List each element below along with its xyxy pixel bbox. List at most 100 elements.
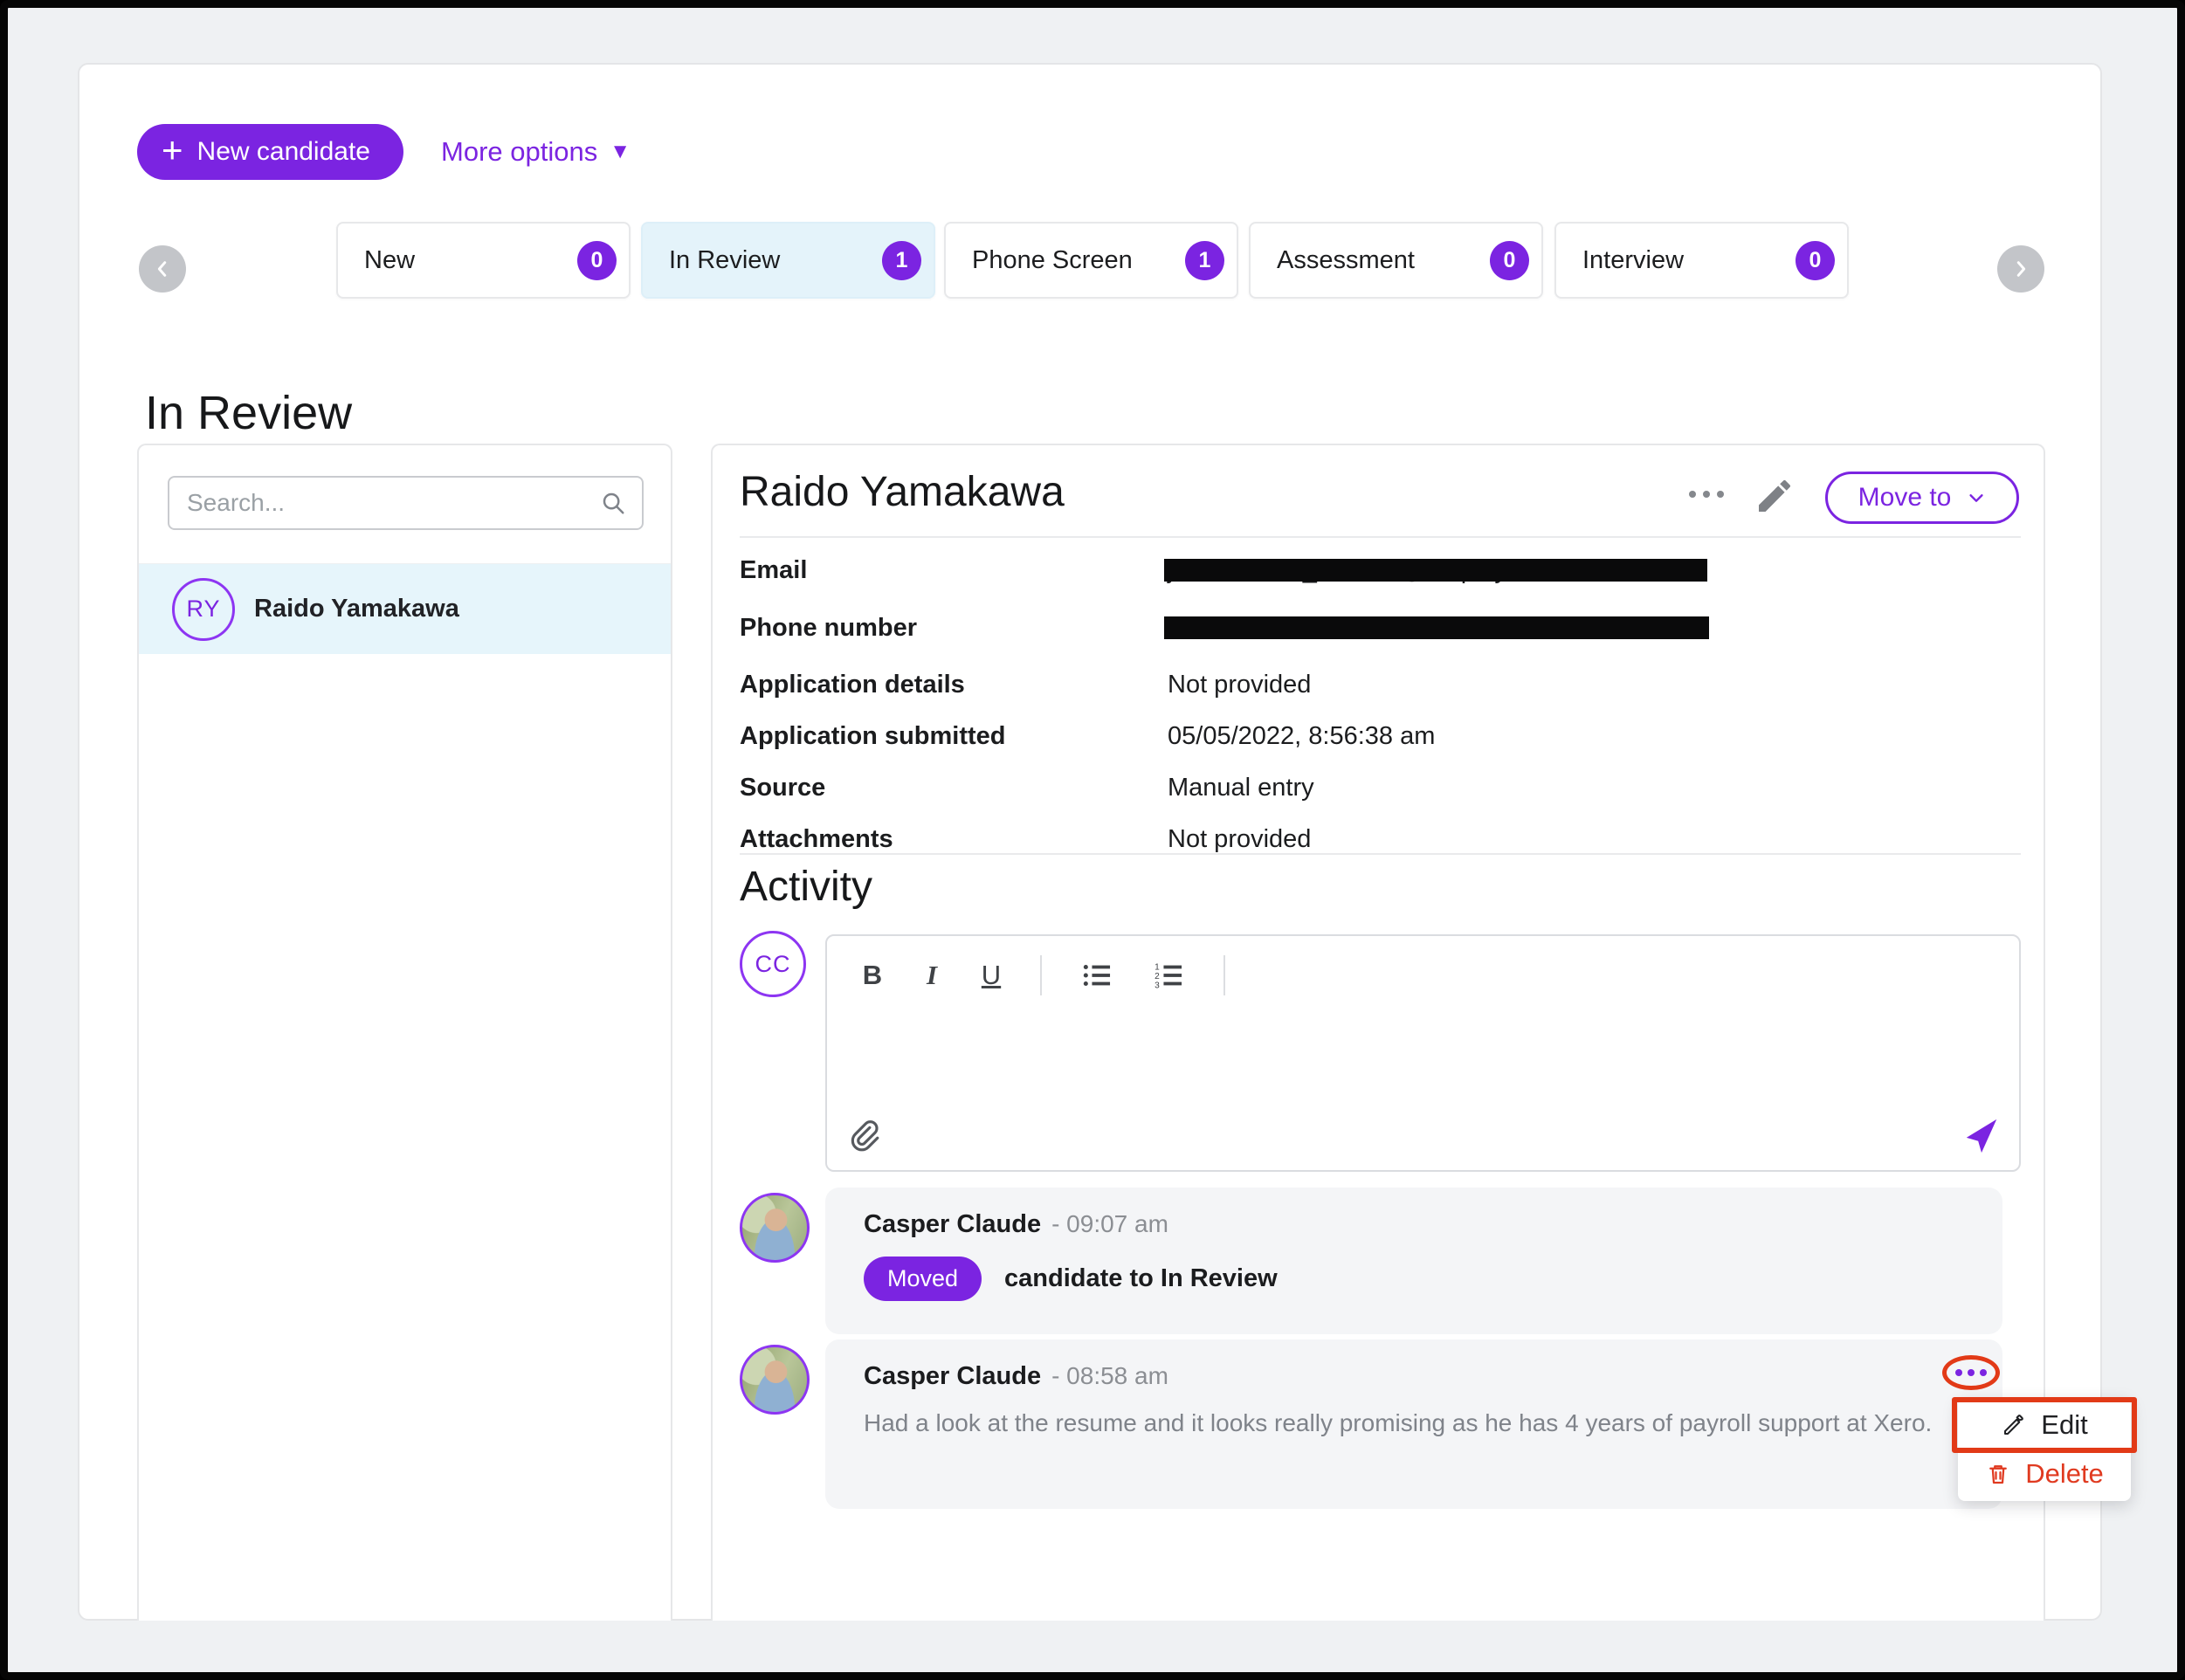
new-candidate-button[interactable]: + New candidate xyxy=(137,124,403,180)
stages-scroll-left-button[interactable] xyxy=(139,245,186,293)
candidate-overflow-menu-button[interactable] xyxy=(1689,491,1724,498)
move-to-label: Move to xyxy=(1858,483,1952,513)
field-label: Attachments xyxy=(740,825,893,853)
stage-count-badge: 1 xyxy=(882,241,921,280)
toolbar-separator xyxy=(1223,955,1225,995)
menu-item-delete-label: Delete xyxy=(2025,1458,2104,1490)
stage-count-badge: 0 xyxy=(1796,241,1835,280)
author-avatar xyxy=(740,1193,810,1263)
stage-tab-label: Interview xyxy=(1582,246,1684,275)
search-input[interactable] xyxy=(185,488,600,518)
field-value-text: Not provided xyxy=(1168,670,1311,699)
candidate-name: Raido Yamakawa xyxy=(254,595,459,623)
stages-scroll-right-button[interactable] xyxy=(1997,245,2044,293)
header-divider xyxy=(740,536,2021,538)
dropdown-triangle-icon: ▼ xyxy=(610,140,631,164)
edit-candidate-button[interactable] xyxy=(1754,475,1796,517)
stage-tab-label: Assessment xyxy=(1277,246,1415,275)
menu-item-delete[interactable]: Delete xyxy=(1958,1449,2131,1498)
activity-author: Casper Claude xyxy=(864,1362,1041,1391)
activity-entry-moved: Casper Claude - 09:07 am Moved candidate… xyxy=(825,1188,2002,1334)
main-card: + New candidate More options ▼ New 0 In … xyxy=(78,63,2102,1621)
candidate-detail-name: Raido Yamakawa xyxy=(740,468,1065,516)
italic-icon[interactable]: I xyxy=(921,960,942,991)
field-row-phone: Phone number 0450111113 xyxy=(740,613,2021,643)
attachment-icon[interactable] xyxy=(844,1118,881,1154)
page-title: In Review xyxy=(145,386,352,440)
activity-comment-text: Had a look at the resume and it looks re… xyxy=(864,1407,2002,1439)
activity-entry-comment: Casper Claude - 08:58 am Had a look at t… xyxy=(825,1339,2002,1509)
chevron-down-icon xyxy=(1967,488,1986,507)
stage-count-badge: 1 xyxy=(1185,241,1224,280)
stage-count-badge: 0 xyxy=(1490,241,1529,280)
comment-overflow-menu-button-highlighted[interactable] xyxy=(1942,1355,2000,1390)
toolbar-separator xyxy=(1040,955,1042,995)
chevron-left-icon xyxy=(153,259,172,279)
pencil-icon xyxy=(1754,475,1796,517)
moved-status-badge: Moved xyxy=(864,1257,982,1301)
activity-badge-text: candidate to In Review xyxy=(1004,1264,1278,1293)
stage-tab-label: New xyxy=(364,246,415,275)
redaction-bar xyxy=(1164,559,1707,582)
field-value-text: Not provided xyxy=(1168,824,1311,854)
editor-footer xyxy=(827,1112,2019,1170)
field-label: Application details xyxy=(740,671,965,699)
current-user-initials: CC xyxy=(740,931,806,997)
activity-heading: Activity xyxy=(740,863,872,911)
search-icon xyxy=(600,490,626,516)
candidate-list-panel: RY Raido Yamakawa xyxy=(137,444,672,1621)
field-label: Application submitted xyxy=(740,722,1006,750)
redaction-bar xyxy=(1164,616,1709,639)
current-user-avatar: CC xyxy=(740,931,806,997)
field-row-email: Email james.niven_test123@employmenthero… xyxy=(740,555,2021,585)
stage-tab-phone-screen[interactable]: Phone Screen 1 xyxy=(944,222,1238,299)
stage-tab-in-review[interactable]: In Review 1 xyxy=(641,222,935,299)
plus-icon: + xyxy=(162,132,183,169)
menu-item-edit-label: Edit xyxy=(2041,1409,2087,1441)
field-label: Source xyxy=(740,774,825,802)
comment-editor[interactable]: B I U 1 2 3 xyxy=(825,934,2021,1172)
dot-icon xyxy=(1968,1369,1975,1376)
send-icon[interactable] xyxy=(1961,1116,2002,1156)
field-value-redacted: 0450111113 xyxy=(1168,613,1301,643)
activity-divider xyxy=(740,853,2021,855)
search-box xyxy=(168,476,644,530)
dot-icon xyxy=(1955,1369,1962,1376)
field-row-application-submitted: Application submitted 05/05/2022, 8:56:3… xyxy=(740,721,2021,751)
numbered-list-icon[interactable]: 1 2 3 xyxy=(1152,959,1185,992)
candidate-initials-avatar: RY xyxy=(172,578,235,641)
svg-text:3: 3 xyxy=(1155,981,1160,990)
bold-icon[interactable]: B xyxy=(862,960,883,991)
activity-time: - 09:07 am xyxy=(1051,1210,1168,1238)
stage-tab-interview[interactable]: Interview 0 xyxy=(1554,222,1849,299)
more-options-button[interactable]: More options ▼ xyxy=(441,124,631,180)
field-value-text: Manual entry xyxy=(1168,773,1314,802)
trash-icon xyxy=(1985,1461,2011,1487)
activity-time: - 08:58 am xyxy=(1051,1362,1168,1390)
menu-item-edit[interactable]: Edit xyxy=(1958,1401,2131,1449)
activity-author: Casper Claude xyxy=(864,1210,1041,1239)
comment-context-menu: Edit Delete xyxy=(1958,1398,2131,1501)
candidate-detail-panel: Raido Yamakawa Move to Email james.niven… xyxy=(711,444,2045,1621)
author-avatar xyxy=(740,1345,810,1415)
stage-tab-label: In Review xyxy=(669,246,780,275)
field-value-redacted: james.niven_test123@employmenthero.com xyxy=(1168,555,1669,585)
more-options-label: More options xyxy=(441,136,597,168)
bullet-list-icon[interactable] xyxy=(1080,959,1113,992)
app-screen: + New candidate More options ▼ New 0 In … xyxy=(0,0,2185,1680)
stage-tab-assessment[interactable]: Assessment 0 xyxy=(1249,222,1543,299)
field-label: Email xyxy=(740,556,807,584)
underline-icon[interactable]: U xyxy=(981,960,1002,991)
stage-tab-new[interactable]: New 0 xyxy=(336,222,631,299)
field-label: Phone number xyxy=(740,614,917,642)
dot-icon xyxy=(1980,1369,1987,1376)
field-value-text: 05/05/2022, 8:56:38 am xyxy=(1168,721,1435,751)
candidate-list-item[interactable]: RY Raido Yamakawa xyxy=(139,563,671,654)
stage-tab-label: Phone Screen xyxy=(972,246,1133,275)
new-candidate-label: New candidate xyxy=(197,137,370,167)
field-row-application-details: Application details Not provided xyxy=(740,670,2021,699)
chevron-right-icon xyxy=(2011,259,2030,279)
move-to-button[interactable]: Move to xyxy=(1825,472,2019,524)
field-row-source: Source Manual entry xyxy=(740,773,2021,802)
field-row-attachments: Attachments Not provided xyxy=(740,824,2021,854)
